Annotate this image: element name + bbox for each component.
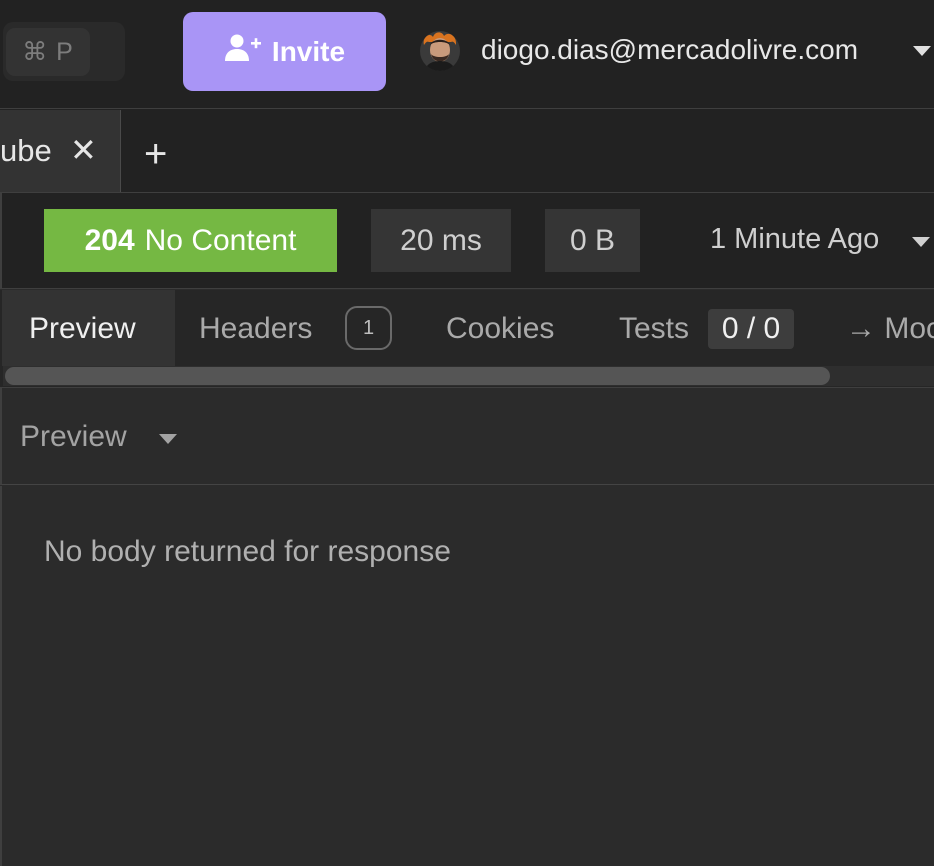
command-palette-shortcut[interactable]: ⌘ P (6, 28, 90, 76)
chevron-down-icon[interactable] (913, 46, 931, 56)
chevron-down-icon[interactable] (912, 237, 930, 247)
tests-count-badge: 0 / 0 (708, 309, 794, 349)
add-tab-button[interactable]: + (144, 132, 167, 176)
tab-headers[interactable]: Headers (199, 312, 312, 346)
response-size-badge: 0 B (545, 209, 640, 272)
tab-more[interactable]: → Moc (846, 312, 934, 346)
tab-preview[interactable]: Preview (29, 312, 136, 346)
status-badge: 204 No Content (44, 209, 337, 272)
headers-count-badge: 1 (345, 306, 392, 350)
preview-mode-bar (0, 388, 934, 485)
status-code: 204 (84, 223, 135, 257)
close-icon[interactable]: ✕ (70, 131, 97, 169)
chevron-down-icon[interactable] (159, 434, 177, 444)
request-tab-bar (0, 109, 934, 193)
preview-mode-dropdown[interactable]: Preview (20, 420, 127, 454)
response-time-badge: 20 ms (371, 209, 511, 272)
response-history-dropdown[interactable]: 1 Minute Ago (710, 223, 879, 256)
tabs-scrollbar[interactable] (5, 367, 830, 385)
empty-body-message: No body returned for response (44, 535, 451, 568)
invite-label: Invite (271, 35, 346, 67)
invite-button[interactable]: Invite (183, 12, 386, 91)
tab-cookies[interactable]: Cookies (446, 312, 554, 346)
tab-tests[interactable]: Tests (619, 312, 689, 346)
user-avatar[interactable] (420, 31, 460, 71)
status-text: No Content (144, 223, 297, 257)
request-tab-label[interactable]: ube (0, 133, 52, 169)
add-user-icon (224, 33, 262, 70)
user-email[interactable]: diogo.dias@mercadolivre.com (481, 34, 858, 66)
